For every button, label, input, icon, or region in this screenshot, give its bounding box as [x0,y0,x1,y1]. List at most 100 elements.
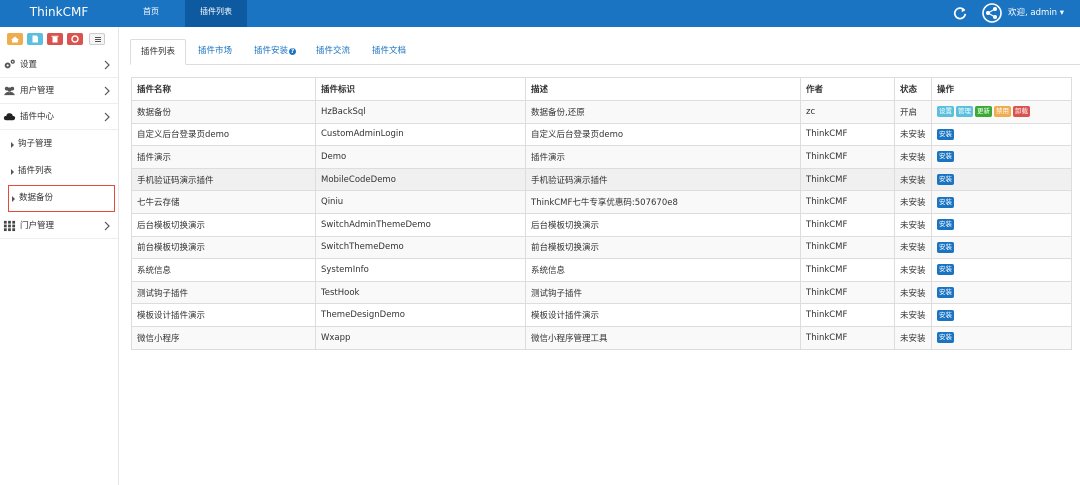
tab-label: 插件安装 [253,46,288,56]
sidebar-subitem-hooks[interactable]: 钩子管理 [0,131,118,158]
cell-id: SwitchThemeDemo [315,235,526,260]
cell-desc: 数据备份,还原 [525,100,801,124]
cell-name: 数据备份 [131,100,316,124]
refresh-icon[interactable] [953,6,967,20]
cell-author: ThinkCMF [800,280,895,305]
avatar[interactable] [982,3,1002,23]
install-button[interactable]: 安装 [937,128,954,140]
sidebar-subitem-label: 钩子管理 [18,139,53,149]
nav-plugin-list[interactable]: 插件列表 [185,0,247,27]
install-button[interactable]: 安装 [937,309,954,321]
table-row: 测试钩子插件 TestHook 测试钩子插件 ThinkCMF 未安装 安装 [131,280,1072,305]
caret-right-icon [12,196,15,202]
action-button[interactable]: 更新 [975,106,992,118]
cell-id: MobileCodeDemo [315,167,526,192]
cell-author: ThinkCMF [800,303,895,327]
sidebar-item-label: 插件中心 [20,112,55,122]
cell-id: HzBackSql [315,100,526,124]
tab-plugin-install[interactable]: 插件安装? [246,39,304,65]
cell-name: 插件演示 [131,145,316,169]
gears-icon [4,59,15,69]
cell-id: ThemeDesignDemo [315,303,526,327]
cell-actions: 安装 [931,145,1072,169]
chevron-right-icon [104,60,110,70]
table-row: 前台模板切换演示 SwitchThemeDemo 前台模板切换演示 ThinkCMF 未… [131,235,1072,260]
cell-actions: 安装 [931,280,1072,305]
action-button[interactable]: 管理 [956,106,973,118]
install-button[interactable]: 安装 [937,241,954,253]
install-button[interactable]: 安装 [937,151,954,163]
cell-desc: ThinkCMF七牛专享优惠码:507670e8 [525,190,801,214]
user-menu[interactable]: 欢迎, admin ▾ [1008,0,1064,27]
cell-author: zc [800,100,895,124]
install-button[interactable]: 安装 [937,332,954,344]
sidebar-item-users[interactable]: 用户管理 [0,78,118,104]
cell-author: ThinkCMF [800,235,895,260]
sidebar-item-settings[interactable]: 设置 [0,52,118,78]
sidebar-subitem-plugin-list[interactable]: 插件列表 [0,158,118,185]
cell-id: SystemInfo [315,258,526,282]
cell-actions: 设置 管理 更新 禁用 卸载 [931,100,1072,124]
brand-logo[interactable]: ThinkCMF [0,0,118,27]
table-row: 微信小程序 Wxapp 微信小程序管理工具 ThinkCMF 未安装 安装 [131,325,1072,350]
column-header: 状态 [894,77,932,101]
install-button[interactable]: 安装 [937,196,954,208]
recycle-icon[interactable] [67,33,83,45]
tab-plugin-docs[interactable]: 插件文档 [364,39,414,65]
users-icon [3,86,16,96]
cell-desc: 自定义后台登录页demo [525,122,801,147]
table-row: 数据备份 HzBackSql 数据备份,还原 zc 开启 设置 管理 更新 禁用 卸载 [131,100,1072,124]
action-button[interactable]: 卸载 [1013,106,1030,118]
table-header-row: 插件名称 插件标识 描述 作者 状态 操作 [131,77,1072,101]
home-icon[interactable] [7,33,23,45]
cell-status: 未安装 [894,167,932,192]
cell-actions: 安装 [931,190,1072,214]
chevron-right-icon [104,86,110,96]
table-row: 七牛云存储 Qiniu ThinkCMF七牛专享优惠码:507670e8 ThinkC… [131,190,1072,214]
cell-author: ThinkCMF [800,325,895,350]
table-row: 手机验证码演示插件 MobileCodeDemo 手机验证码演示插件 ThinkCMF… [131,167,1072,192]
cell-status: 未安装 [894,122,932,147]
cell-status: 未安装 [894,258,932,282]
action-button[interactable]: 设置 [937,106,954,118]
cell-author: ThinkCMF [800,145,895,169]
cell-actions: 安装 [931,303,1072,327]
action-button[interactable]: 禁用 [994,106,1011,118]
cell-status: 未安装 [894,303,932,327]
sidebar-subitem-data-backup[interactable]: 数据备份 [8,185,115,212]
table-row: 自定义后台登录页demo CustomAdminLogin 自定义后台登录页demo… [131,122,1072,147]
cell-desc: 插件演示 [525,145,801,169]
cloud-icon [3,113,16,121]
tab-plugin-market[interactable]: 插件市场 [190,39,240,65]
column-header: 插件标识 [315,77,526,101]
cell-actions: 安装 [931,167,1072,192]
install-button[interactable]: 安装 [937,174,954,186]
cell-author: ThinkCMF [800,190,895,214]
trash-icon[interactable] [47,33,63,45]
tab-plugin-list[interactable]: 插件列表 [130,39,186,65]
cell-author: ThinkCMF [800,122,895,147]
cell-id: CustomAdminLogin [315,122,526,147]
cell-name: 后台模板切换演示 [131,212,316,237]
plugin-table: 插件名称 插件标识 描述 作者 状态 操作 数据备份 HzBackSql 数据备份,… [131,77,1072,350]
sidebar-subitem-label: 数据备份 [19,193,54,203]
file-icon[interactable] [27,33,43,45]
column-header: 操作 [931,77,1072,101]
table-row: 插件演示 Demo 插件演示 ThinkCMF 未安装 安装 [131,145,1072,169]
install-button[interactable]: 安装 [937,287,954,299]
cell-status: 未安装 [894,325,932,350]
install-button[interactable]: 安装 [937,264,954,276]
chevron-right-icon [104,221,110,231]
sidebar-item-plugin-center[interactable]: 插件中心 [0,104,118,130]
tab-plugin-forum[interactable]: 插件交流 [308,39,358,65]
install-button[interactable]: 安装 [937,219,954,231]
cell-name: 测试钩子插件 [131,280,316,305]
cell-name: 微信小程序 [131,325,316,350]
cell-name: 自定义后台登录页demo [131,122,316,147]
sidebar-item-portal[interactable]: 门户管理 [0,213,118,239]
cell-name: 前台模板切换演示 [131,235,316,260]
nav-home[interactable]: 首页 [126,0,176,27]
cell-desc: 微信小程序管理工具 [525,325,801,350]
help-icon: ? [289,48,296,55]
list-icon[interactable] [89,33,105,45]
